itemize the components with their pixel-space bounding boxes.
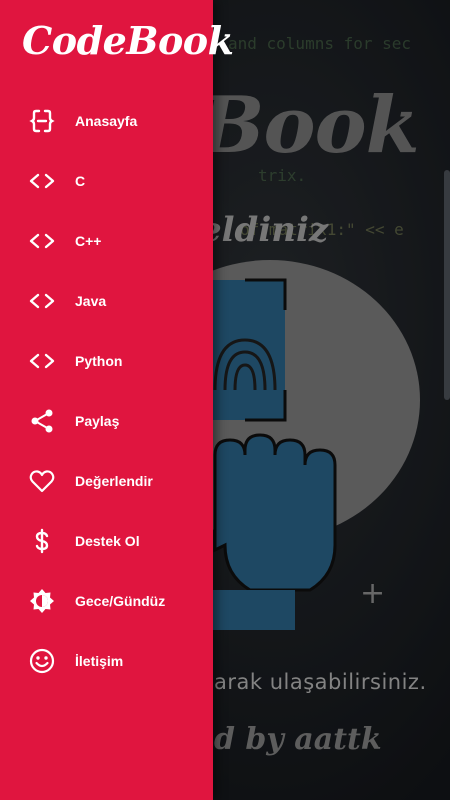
menu-item-donate[interactable]: Destek Ol — [0, 511, 213, 571]
menu-item-c[interactable]: C — [0, 151, 213, 211]
menu-item-label: Java — [75, 293, 107, 309]
menu-item-label: Anasayfa — [75, 113, 138, 129]
menu-item-share[interactable]: Paylaş — [0, 391, 213, 451]
dollar-icon — [28, 527, 56, 555]
smiley-icon — [28, 647, 56, 675]
menu-item-night-day[interactable]: Gece/Gündüz — [0, 571, 213, 631]
app-logo: CodeBook — [22, 18, 234, 63]
menu-item-python[interactable]: Python — [0, 331, 213, 391]
menu-item-label: Python — [75, 353, 123, 369]
share-icon — [28, 407, 56, 435]
menu-item-label: C++ — [75, 233, 102, 249]
drawer-menu: Anasayfa C C++ Java Python Paylaş Değerl… — [0, 91, 213, 691]
menu-item-label: İletişim — [75, 653, 124, 669]
code-icon — [28, 167, 56, 195]
brightness-icon — [28, 587, 56, 615]
code-icon — [28, 227, 56, 255]
menu-item-rate[interactable]: Değerlendir — [0, 451, 213, 511]
menu-item-label: C — [75, 173, 86, 189]
menu-item-label: Paylaş — [75, 413, 120, 429]
menu-item-label: Değerlendir — [75, 473, 153, 489]
menu-item-anasayfa[interactable]: Anasayfa — [0, 91, 213, 151]
home-braces-icon — [28, 107, 56, 135]
menu-item-contact[interactable]: İletişim — [0, 631, 213, 691]
menu-item-java[interactable]: Java — [0, 271, 213, 331]
code-icon — [28, 347, 56, 375]
heart-icon — [28, 467, 56, 495]
menu-item-cpp[interactable]: C++ — [0, 211, 213, 271]
menu-item-label: Destek Ol — [75, 533, 140, 549]
code-icon — [28, 287, 56, 315]
menu-item-label: Gece/Gündüz — [75, 593, 166, 609]
navigation-drawer: CodeBook Anasayfa C C++ Java Python Payl… — [0, 0, 234, 800]
